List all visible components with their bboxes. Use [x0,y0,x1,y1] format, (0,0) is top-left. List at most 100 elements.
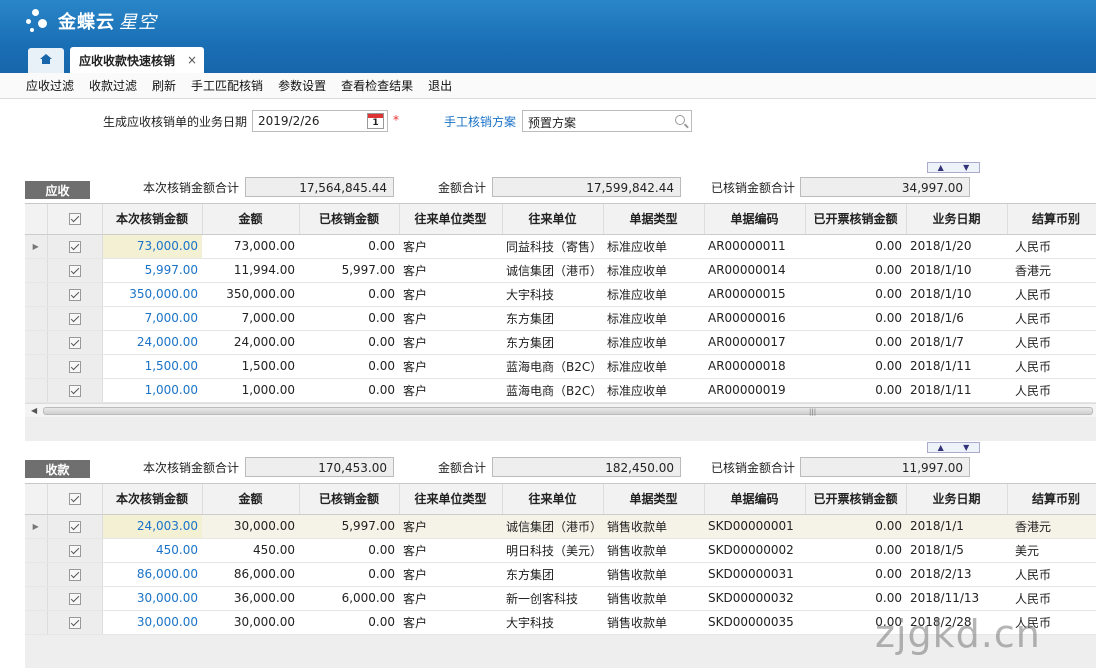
chevron-down-icon: ▼ [963,443,970,452]
table-row[interactable]: 7,000.00 7,000.00 0.00 客户 东方集团 标准应收单 AR0000001… [25,306,1096,331]
date-input[interactable]: 2019/2/26 1 [252,110,388,132]
scheme-link[interactable]: 手工核销方案 [444,113,516,130]
column-header[interactable]: 业务日期 [906,484,1008,515]
toolbar-manual-match[interactable]: 手工匹配核销 [191,77,263,94]
table-row[interactable]: ▶ 24,003.00 30,000.00 5,997.00 客户 诚信集团（港币） 销售收… [25,514,1096,539]
table-row[interactable]: 86,000.00 86,000.00 0.00 客户 东方集团 销售收款单 SKD0000… [25,562,1096,587]
currency-cell: 人民币 [1007,378,1096,403]
row-checkbox[interactable] [47,258,103,283]
receivable-hscrollbar[interactable]: ◀ ||| [25,403,1096,417]
toolbar-receivable-filter[interactable]: 应收过滤 [26,77,74,94]
row-checkbox[interactable] [47,610,103,635]
toolbar-settings[interactable]: 参数设置 [278,77,326,94]
row-checkbox[interactable] [47,514,103,539]
select-all-checkbox[interactable] [47,204,103,235]
doc-number-cell: SKD00000002 [704,538,805,563]
scroll-left-icon[interactable]: ◀ [31,406,37,415]
invoiced-writeoff-cell: 0.00 [805,306,906,331]
receivable-sum2-value: 17,599,842.44 [492,177,681,197]
column-header[interactable]: 单据编码 [704,484,806,515]
written-off-cell: 0.00 [299,354,399,379]
row-checkbox[interactable] [47,378,103,403]
doc-number-cell: AR00000015 [704,282,805,307]
column-header[interactable]: 本次核销金额 [102,484,203,515]
row-checkbox[interactable] [47,354,103,379]
amount-cell: 30,000.00 [202,514,299,539]
tab-quick-writeoff[interactable]: 应收收款快速核销 × [70,47,204,73]
writeoff-amount-cell[interactable]: 7,000.00 [102,306,202,331]
column-header[interactable]: 已开票核销金额 [805,484,907,515]
row-checkbox[interactable] [47,306,103,331]
column-header[interactable]: 金额 [202,204,300,235]
column-header[interactable]: 往来单位类型 [399,204,503,235]
writeoff-amount-cell[interactable]: 350,000.00 [102,282,202,307]
column-header[interactable]: 结算币别 [1007,204,1096,235]
row-checkbox[interactable] [47,586,103,611]
written-off-cell: 0.00 [299,306,399,331]
column-header[interactable]: 金额 [202,484,300,515]
row-checkbox[interactable] [47,538,103,563]
party-cell: 诚信集团（港币） [502,514,603,539]
column-header[interactable]: 单据编码 [704,204,806,235]
table-row[interactable]: 30,000.00 36,000.00 6,000.00 客户 新一创客科技 销售收款单 S… [25,586,1096,611]
column-header[interactable]: 已核销金额 [299,204,400,235]
row-checkbox[interactable] [47,562,103,587]
collapse-toggle-receivable[interactable]: ▲ ▼ [927,162,980,173]
close-icon[interactable]: × [187,53,197,67]
written-off-cell: 0.00 [299,538,399,563]
party-type-cell: 客户 [399,514,502,539]
writeoff-amount-cell[interactable]: 73,000.00 [102,234,202,259]
current-row-icon: ▶ [32,241,39,251]
table-row[interactable]: ▶ 73,000.00 73,000.00 0.00 客户 同益科技（寄售） 标准应收单 AR… [25,234,1096,259]
row-checkbox[interactable] [47,330,103,355]
scheme-select[interactable]: 预置方案 [522,110,692,132]
row-checkbox[interactable] [47,282,103,307]
table-row[interactable]: 450.00 450.00 0.00 客户 明日科技（美元） 销售收款单 SKD000000… [25,538,1096,563]
row-indicator [25,282,48,307]
column-header[interactable]: 往来单位 [502,204,604,235]
row-indicator [25,562,48,587]
column-header[interactable]: 结算币别 [1007,484,1096,515]
column-header[interactable]: 已开票核销金额 [805,204,907,235]
writeoff-amount-cell[interactable]: 30,000.00 [102,610,202,635]
business-date-cell: 2018/1/5 [906,538,1007,563]
column-header[interactable]: 已核销金额 [299,484,400,515]
table-row[interactable]: 24,000.00 24,000.00 0.00 客户 东方集团 标准应收单 AR00000… [25,330,1096,355]
collapse-toggle-payment[interactable]: ▲ ▼ [927,442,980,453]
table-row[interactable]: 1,000.00 1,000.00 0.00 客户 蓝海电商（B2C） 标准应收单 AR00… [25,378,1096,403]
toolbar-refresh[interactable]: 刷新 [152,77,176,94]
column-header[interactable]: 本次核销金额 [102,204,203,235]
writeoff-amount-cell[interactable]: 450.00 [102,538,202,563]
table-row[interactable]: 1,500.00 1,500.00 0.00 客户 蓝海电商（B2C） 标准应收单 AR00… [25,354,1096,379]
table-row[interactable]: 350,000.00 350,000.00 0.00 客户 大宇科技 标准应收单 AR000… [25,282,1096,307]
checkbox-icon [68,312,81,325]
writeoff-amount-cell[interactable]: 1,000.00 [102,378,202,403]
row-checkbox[interactable] [47,234,103,259]
doc-type-cell: 销售收款单 [603,514,704,539]
writeoff-amount-cell[interactable]: 30,000.00 [102,586,202,611]
writeoff-amount-cell[interactable]: 24,003.00 [102,514,202,539]
toolbar-payment-filter[interactable]: 收款过滤 [89,77,137,94]
scroll-thumb[interactable]: ||| [43,407,1093,416]
table-row[interactable]: 5,997.00 11,994.00 5,997.00 客户 诚信集团（港币） 标准应收单… [25,258,1096,283]
party-cell: 大宇科技 [502,610,603,635]
writeoff-amount-cell[interactable]: 1,500.00 [102,354,202,379]
select-all-checkbox[interactable] [47,484,103,515]
column-header[interactable]: 单据类型 [603,204,705,235]
column-header[interactable]: 业务日期 [906,204,1008,235]
column-header[interactable]: 往来单位类型 [399,484,503,515]
receivable-grid-footer [25,417,1096,441]
home-tab[interactable] [28,48,64,73]
written-off-cell: 6,000.00 [299,586,399,611]
column-header[interactable]: 往来单位 [502,484,604,515]
writeoff-amount-cell[interactable]: 5,997.00 [102,258,202,283]
search-icon[interactable] [675,115,685,125]
toolbar-exit[interactable]: 退出 [428,77,452,94]
writeoff-amount-cell[interactable]: 86,000.00 [102,562,202,587]
checkbox-icon [68,592,81,605]
calendar-icon[interactable]: 1 [367,113,384,129]
column-header[interactable]: 单据类型 [603,484,705,515]
writeoff-amount-cell[interactable]: 24,000.00 [102,330,202,355]
toolbar-check-results[interactable]: 查看检查结果 [341,77,413,94]
logo-text: 金蝶云 [58,12,115,33]
